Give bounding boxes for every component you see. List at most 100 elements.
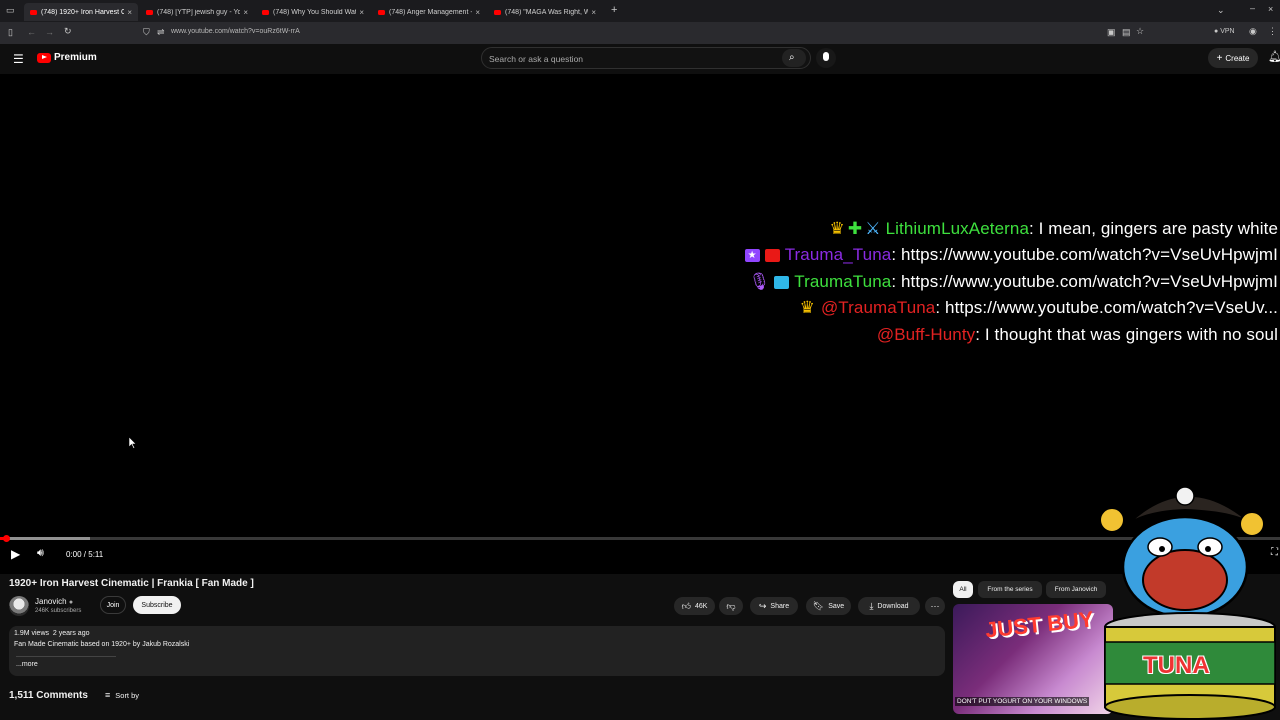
browser-tab[interactable]: (748) "MAGA Was Right, We W × [488,3,602,21]
volume-icon[interactable]: 🔊︎ [37,548,44,559]
browser-tab[interactable]: (748) Anger Management - Ca × [372,3,486,21]
tab-list-chevron-icon[interactable]: ⌄ [1217,6,1225,15]
chat-text: : https://www.youtube.com/watch?v=VseUvH… [891,245,1278,264]
browser-menu-icon[interactable]: ⋮ [1268,27,1277,36]
thumbs-up-icon: 👍︎ [681,600,691,611]
share-button[interactable]: ↪ Share [750,597,798,615]
more-actions-button[interactable]: ⋯ [925,597,945,615]
tab-menu-icon[interactable]: ▭ [6,6,15,15]
save-label: Save [828,602,845,610]
youtube-play-logo-icon [37,52,51,63]
browser-tab[interactable]: (748) [YTP] jewish guy - YouTub × [140,3,254,21]
bookmark-star-icon[interactable]: ☆ [1136,27,1144,36]
thumbnail-caption: DON'T PUT YOGURT ON YOUR WINDOWS [955,697,1090,706]
chat-username: LithiumLuxAeterna [885,219,1030,238]
like-count: 46K [694,602,708,610]
url-text[interactable]: www.youtube.com/watch?v=ouRz6tW-rrA [171,28,300,35]
camera-badge-icon [764,248,780,262]
chat-message: ★ Trauma_Tuna: https://www.youtube.com/w… [744,245,1278,265]
save-button[interactable]: 🔖︎ Save [806,597,851,615]
like-button[interactable]: 👍︎ 46K [674,597,715,615]
video-title: 1920+ Iron Harvest Cinematic | Frankia [… [9,578,254,589]
join-button[interactable]: Join [100,596,126,614]
sort-comments-button[interactable]: ≡ Sort by [105,690,139,700]
chip-from-series[interactable]: From the series [978,581,1042,598]
crown-badge-icon: ♛ [829,219,845,238]
chat-text: : I mean, gingers are pasty white [1029,219,1278,238]
tab-title: (748) Anger Management - Ca [389,8,472,16]
reload-icon[interactable]: ↻ [64,27,72,36]
close-tab-icon[interactable]: × [243,8,248,17]
browser-tab-strip: ▭ (748) 1920+ Iron Harvest Cinem × (748)… [0,0,1280,22]
minimize-icon[interactable]: – [1250,4,1255,13]
account-icon[interactable]: ◉ [1249,27,1257,36]
scrubber-handle[interactable] [3,535,10,542]
forward-icon[interactable]: → [45,28,54,37]
chat-message: ♛ ✚ ⚔ LithiumLuxAeterna: I mean, gingers… [830,219,1278,239]
show-more-link[interactable]: ...more [16,661,38,668]
close-tab-icon[interactable]: × [359,8,364,17]
tune-icon[interactable]: ⇌ [157,28,165,37]
search-placeholder: Search or ask a question [489,54,584,64]
bookmark-icon: 🔖︎ [812,600,825,611]
cast-icon[interactable]: ▣ [1107,28,1116,37]
more-horizontal-icon: ⋯ [930,600,940,611]
close-tab-icon[interactable]: × [591,8,596,17]
tab-title: (748) Why You Should Watch R [273,8,356,16]
search-button[interactable]: ⌕ [782,49,806,67]
play-button-icon[interactable]: ▶ [11,548,20,560]
site-info-icon[interactable]: ⛉ [143,28,150,37]
chat-message: 🎙︎ TraumaTuna: https://www.youtube.com/w… [749,272,1278,292]
description-text: Fan Made Cinematic based on 1920+ by Jak… [14,641,190,648]
sort-icon: ≡ [105,690,111,700]
chat-username: TraumaTuna [794,272,892,291]
close-window-icon[interactable]: × [1268,5,1273,14]
screenshot-icon[interactable]: ▤ [1122,28,1131,37]
microphone-badge-icon: 🎙︎ [748,272,771,291]
chip-all[interactable]: All [953,581,973,598]
subscriber-count: 246K subscribers [35,608,82,614]
clover-badge-icon: ✚ [847,219,863,238]
new-tab-icon[interactable]: + [611,5,617,16]
youtube-favicon-icon [262,9,269,15]
description-box[interactable] [9,626,945,676]
voice-search-button[interactable] [816,48,836,68]
download-icon: ⤓ [869,600,874,611]
sort-label: Sort by [115,690,140,700]
thumbs-down-icon: 👎︎ [726,600,736,611]
sidebar-toggle-icon[interactable]: ▯ [8,28,13,37]
microphone-icon [823,52,829,61]
chat-message: ♛ @TraumaTuna: https://www.youtube.com/w… [800,298,1278,318]
channel-name[interactable]: Janovich ● [35,597,73,606]
youtube-favicon-icon [30,9,37,15]
share-label: Share [770,602,790,610]
mouse-cursor-icon [129,437,137,449]
back-icon[interactable]: ← [27,28,36,37]
youtube-logo[interactable]: Premium [37,52,97,63]
close-tab-icon[interactable]: × [127,8,132,17]
youtube-favicon-icon [494,9,501,15]
download-button[interactable]: ⤓ Download [858,597,920,615]
progress-bar[interactable] [0,537,1280,540]
dislike-button[interactable]: 👎︎ [719,597,743,615]
crown-badge-icon: ♛ [799,298,815,317]
time-display: 0:00 / 5:11 [66,550,104,559]
hamburger-menu-icon[interactable]: ☰ [13,53,24,65]
vpn-badge[interactable]: ● VPN [1214,28,1235,35]
tab-title: (748) "MAGA Was Right, We W [505,8,589,16]
browser-tab[interactable]: (748) 1920+ Iron Harvest Cinem × [24,3,138,21]
logo-text: Premium [54,52,97,63]
create-button[interactable]: + Create [1208,48,1258,68]
channel-avatar[interactable] [9,596,29,616]
chat-username: @TraumaTuna [820,298,936,317]
browser-tab[interactable]: (748) Why You Should Watch R × [256,3,370,21]
download-label: Download [877,602,909,610]
create-label: Create [1225,53,1250,63]
share-icon: ↪ [758,600,767,611]
subscribe-button[interactable]: Subscribe [133,596,181,614]
notifications-bell-icon[interactable]: 🔔︎ [1268,52,1280,63]
video-player[interactable] [0,74,1280,574]
vpn-label: VPN [1220,28,1235,35]
star-badge-icon: ★ [744,248,760,262]
close-tab-icon[interactable]: × [475,8,480,17]
